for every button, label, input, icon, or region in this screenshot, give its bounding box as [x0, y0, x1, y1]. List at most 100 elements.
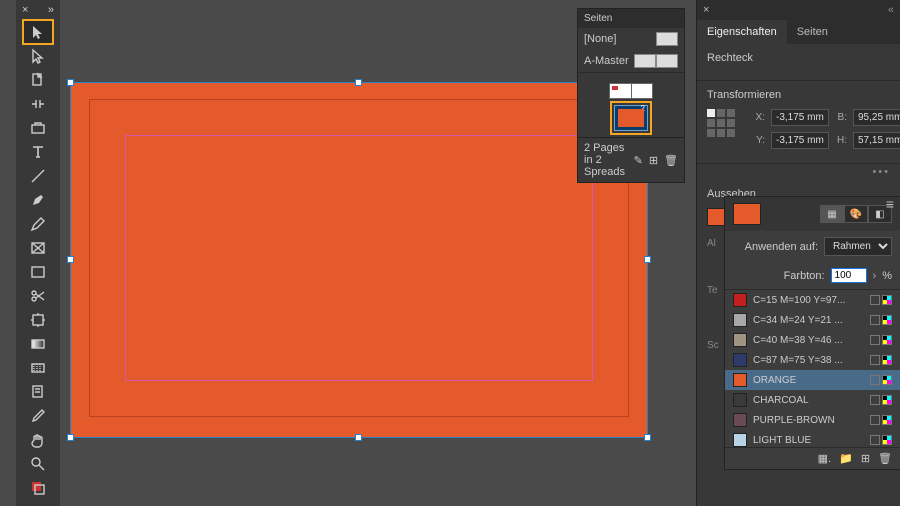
tint-stepper-icon[interactable]: › — [873, 270, 877, 282]
more-options-icon[interactable]: ••• — [697, 164, 900, 180]
collapse-icon[interactable]: « — [888, 4, 894, 16]
new-swatch-icon[interactable]: ⊞ — [861, 452, 870, 465]
margin-guide — [125, 135, 593, 381]
edit-page-icon[interactable]: ✎ — [634, 154, 643, 167]
page-1b-thumb[interactable] — [631, 83, 653, 99]
object-type-section: Rechteck — [697, 44, 900, 81]
swatch-name: ORANGE — [753, 375, 864, 386]
current-fill-swatch[interactable] — [733, 203, 761, 225]
resize-handle[interactable] — [644, 434, 651, 441]
swatch-item[interactable]: C=34 M=24 Y=21 ... — [725, 310, 900, 330]
apply-to-label: Anwenden auf: — [745, 241, 818, 253]
type-tool[interactable] — [23, 140, 53, 164]
y-input[interactable] — [771, 132, 829, 149]
swatch-item[interactable]: C=15 M=100 Y=97... — [725, 290, 900, 310]
y-label: Y: — [753, 135, 765, 146]
spread-1[interactable] — [609, 83, 653, 99]
h-label: H: — [835, 135, 847, 146]
tab-eigenschaften[interactable]: Eigenschaften — [697, 20, 787, 44]
delete-page-icon[interactable]: 🗑 — [664, 154, 678, 167]
hand-tool[interactable] — [23, 428, 53, 452]
b-label: B: — [835, 112, 847, 123]
rectangle-tool[interactable] — [23, 260, 53, 284]
master-a-row[interactable]: A-Master — [578, 50, 684, 73]
properties-tabs: Eigenschaften Seiten — [697, 20, 900, 44]
swatch-type-icons — [870, 295, 892, 305]
resize-handle[interactable] — [67, 434, 74, 441]
swatch-item[interactable]: ORANGE — [725, 370, 900, 390]
gap-tool[interactable] — [23, 92, 53, 116]
swatch-item[interactable]: PURPLE-BROWN — [725, 410, 900, 430]
page-2-thumb[interactable]: 2 — [614, 105, 648, 131]
transform-title: Transformieren — [707, 89, 890, 101]
tools-panel: × » — [16, 0, 60, 506]
width-input[interactable] — [853, 109, 900, 126]
page-tool[interactable] — [23, 68, 53, 92]
resize-handle[interactable] — [644, 256, 651, 263]
master-label: A-Master — [584, 55, 629, 67]
selection-tool[interactable] — [23, 20, 53, 44]
swatch-name: C=40 M=38 Y=46 ... — [753, 335, 864, 346]
swatch-chip — [733, 333, 747, 347]
swatch-item[interactable]: LIGHT BLUE — [725, 430, 900, 447]
color-mixer-tab[interactable]: 🎨 — [844, 205, 868, 223]
gradient-swatch-tool[interactable] — [23, 332, 53, 356]
x-input[interactable] — [771, 109, 829, 126]
tools-header: × » — [16, 4, 60, 20]
resize-handle[interactable] — [355, 79, 362, 86]
master-none-row[interactable]: [None] — [578, 28, 684, 50]
fill-stroke-control[interactable] — [23, 476, 53, 500]
close-icon[interactable]: × — [703, 4, 709, 16]
fill-swatch[interactable] — [707, 208, 725, 226]
swatch-chip — [733, 293, 747, 307]
swatch-type-icons — [870, 315, 892, 325]
tab-seiten[interactable]: Seiten — [787, 20, 838, 44]
gradient-feather-tool[interactable] — [23, 356, 53, 380]
flyout-menu-icon[interactable]: ≡ — [886, 196, 894, 212]
resize-handle[interactable] — [67, 79, 74, 86]
line-tool[interactable] — [23, 164, 53, 188]
resize-handle[interactable] — [355, 434, 362, 441]
master-thumb — [634, 54, 656, 68]
pen-tool[interactable] — [23, 188, 53, 212]
swatch-chip — [733, 353, 747, 367]
x-label: X: — [753, 112, 765, 123]
swatch-chip — [733, 393, 747, 407]
note-tool[interactable] — [23, 380, 53, 404]
free-transform-tool[interactable] — [23, 308, 53, 332]
close-icon[interactable]: × — [22, 4, 28, 16]
resize-handle[interactable] — [67, 256, 74, 263]
swatch-item[interactable]: C=40 M=38 Y=46 ... — [725, 330, 900, 350]
new-swatch-group-icon[interactable]: 📁 — [839, 452, 853, 465]
zoom-tool[interactable] — [23, 452, 53, 476]
page-1-thumb[interactable] — [609, 83, 631, 99]
reference-point-grid[interactable] — [707, 109, 735, 137]
expand-icon[interactable]: » — [48, 4, 54, 16]
pencil-tool[interactable] — [23, 212, 53, 236]
swatch-type-icons — [870, 435, 892, 445]
new-page-icon[interactable]: ⊞ — [649, 154, 658, 167]
delete-swatch-icon[interactable]: 🗑 — [878, 452, 892, 465]
apply-to-select[interactable]: Rahmen — [824, 237, 892, 256]
swatch-chip — [733, 373, 747, 387]
pages-spread-area: 2 — [578, 73, 684, 137]
swatch-item[interactable]: C=87 M=75 Y=38 ... — [725, 350, 900, 370]
swatches-tab[interactable]: ▦ — [820, 205, 844, 223]
eyedropper-tool[interactable] — [23, 404, 53, 428]
document-canvas[interactable] — [70, 82, 648, 438]
scissors-tool[interactable] — [23, 284, 53, 308]
direct-selection-tool[interactable] — [23, 44, 53, 68]
height-input[interactable] — [853, 132, 900, 149]
transform-section: Transformieren X: B: Y: H: — [697, 81, 900, 164]
swatch-type-icons — [870, 355, 892, 365]
none-thumb — [656, 32, 678, 46]
rectangle-frame-tool[interactable] — [23, 236, 53, 260]
swatch-type-icons — [870, 335, 892, 345]
content-collector-tool[interactable] — [23, 116, 53, 140]
pages-count-label: 2 Pages in 2 Spreads — [584, 142, 634, 178]
swatch-item[interactable]: CHARCOAL — [725, 390, 900, 410]
none-label: [None] — [584, 33, 616, 45]
page-2-highlight: 2 — [614, 105, 648, 131]
swatch-options-icon[interactable]: ▦. — [818, 452, 831, 465]
tint-input[interactable] — [831, 268, 867, 283]
